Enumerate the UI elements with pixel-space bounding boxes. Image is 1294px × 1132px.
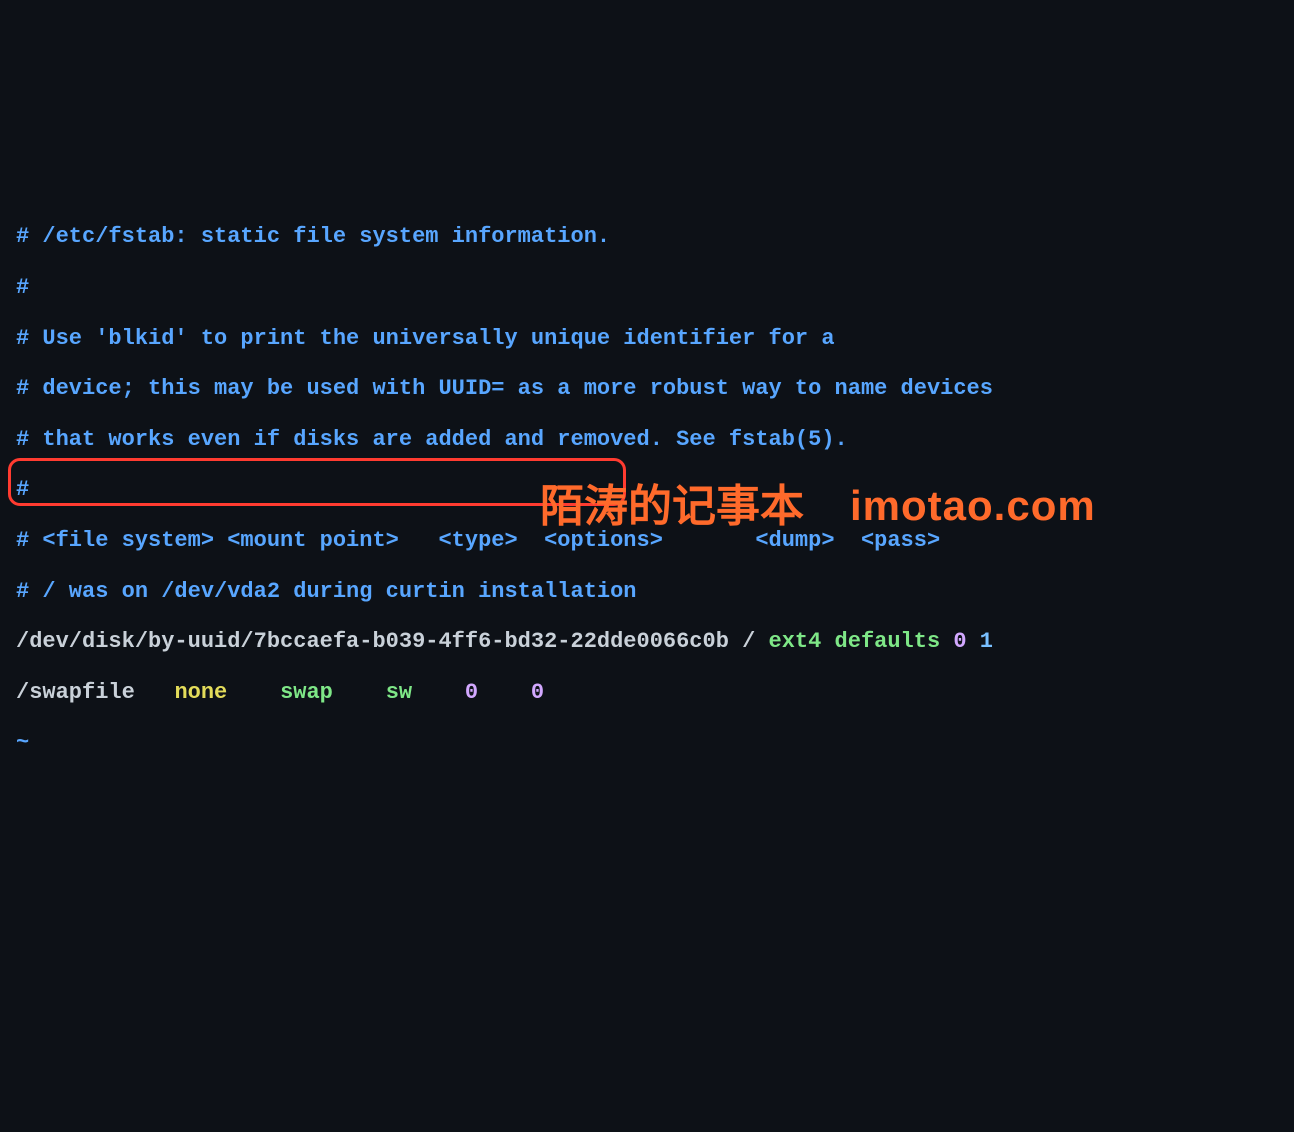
vim-tilde: ~ [16, 730, 29, 755]
swap-type: swap [280, 680, 386, 705]
swap-dump: 0 [465, 680, 531, 705]
fstab-device: /dev/disk/by-uuid/7bccaefa-b039-4ff6-bd3… [16, 629, 769, 654]
comment-line: # Use 'blkid' to print the universally u… [16, 326, 835, 351]
fstab-pass: 1 [980, 629, 993, 654]
fstab-type: ext4 [769, 629, 835, 654]
comment-line: # [16, 275, 29, 300]
comment-line: # that works even if disks are added and… [16, 427, 848, 452]
comment-header: # <file system> <mount point> <type> <op… [16, 528, 940, 553]
fstab-dump: 0 [953, 629, 979, 654]
comment-line: # / was on /dev/vda2 during curtin insta… [16, 579, 637, 604]
comment-line: # /etc/fstab: static file system informa… [16, 224, 610, 249]
swap-pass: 0 [531, 680, 544, 705]
swap-file: /swapfile [16, 680, 174, 705]
fstab-opts: defaults [835, 629, 954, 654]
comment-line: # device; this may be used with UUID= as… [16, 376, 993, 401]
editor-content[interactable]: # /etc/fstab: static file system informa… [16, 212, 1278, 769]
swap-opts: sw [386, 680, 465, 705]
swap-mount: none [174, 680, 280, 705]
comment-line: # [16, 477, 29, 502]
